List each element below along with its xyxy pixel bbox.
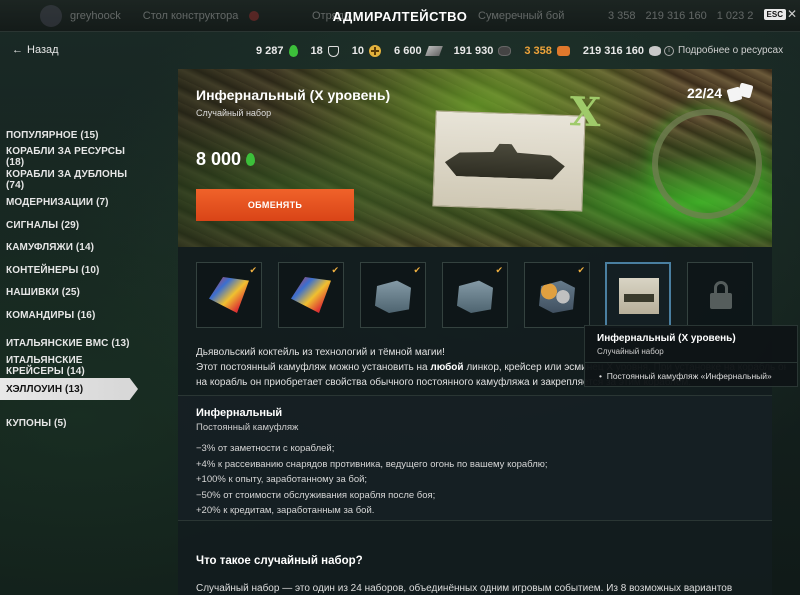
sidebar-item-upgrades[interactable]: МОДЕРНИЗАЦИИ (7) xyxy=(0,191,138,213)
bonus-item: −50% от стоимости обслуживания корабля п… xyxy=(196,489,436,501)
sidebar-item-coupons[interactable]: КУПОНЫ (5) xyxy=(0,412,138,434)
resource-bar: 9 287 18 10 6 600 191 930 3 358 219 316 … xyxy=(256,43,662,59)
item-subtitle: Случайный набор xyxy=(196,108,272,118)
bundle-counter: 22/24 xyxy=(687,82,754,103)
sidebar-item-popular[interactable]: ПОПУЛЯРНОЕ (15) xyxy=(0,124,138,146)
back-button[interactable]: ← Назад xyxy=(12,44,59,56)
item-banner: X Инфернальный (X уровень) Случайный наб… xyxy=(178,69,772,247)
container-icon xyxy=(457,280,493,313)
bonus-item: +100% к опыту, заработанному за бой; xyxy=(196,474,368,485)
check-icon: ✔ xyxy=(249,265,257,275)
sidebar-item-ships-resources[interactable]: КОРАБЛИ ЗА РЕСУРСЫ (18) xyxy=(0,146,138,168)
stars-container-icon xyxy=(539,280,575,313)
thumbnail-flags-1[interactable]: ✔ xyxy=(196,262,262,328)
sidebar-item-italian-cruisers[interactable]: ИТАЛЬЯНСКИЕ КРЕЙСЕРЫ (14) xyxy=(0,355,138,377)
item-tooltip: Инфернальный (X уровень) Случайный набор… xyxy=(584,325,798,387)
signal-flags-icon xyxy=(209,277,249,313)
faq-answer: Случайный набор — это один из 24 наборов… xyxy=(196,583,733,594)
green-drop-icon xyxy=(246,153,256,166)
sidebar-item-patches[interactable]: НАШИВКИ (25) xyxy=(0,281,138,303)
details-subtitle: Постоянный камуфляж xyxy=(196,422,299,433)
doubloon-icon xyxy=(556,46,570,56)
thumbnail-camouflage[interactable] xyxy=(605,262,671,328)
sidebar-item-halloween[interactable]: ХЭЛЛОУИН (13) xyxy=(0,378,138,400)
tier-x-mark: X xyxy=(568,88,602,137)
thumbnail-flags-2[interactable]: ✔ xyxy=(278,262,344,328)
resource-green-drops: 9 287 xyxy=(256,45,298,57)
tooltip-item: • Постоянный камуфляж «Инфернальный» xyxy=(599,371,772,381)
bonus-item: +20% к кредитам, заработанным за бой. xyxy=(196,505,375,516)
thumbnail-crate-2[interactable]: ✔ xyxy=(442,262,508,328)
camouflage-details: Инфернальный Постоянный камуфляж −3% от … xyxy=(178,395,772,521)
bonus-list: −3% от заметности с кораблей; +4% к расс… xyxy=(196,441,548,519)
sidebar-item-signals[interactable]: СИГНАЛЫ (29) xyxy=(0,214,138,236)
check-icon: ✔ xyxy=(413,265,421,275)
back-label: Назад xyxy=(27,44,59,56)
sidebar-item-ships-doubloons[interactable]: КОРАБЛИ ЗА ДУБЛОНЫ (74) xyxy=(0,169,138,191)
exchange-button[interactable]: ОБМЕНЯТЬ xyxy=(196,189,354,221)
resource-tokens: 18 xyxy=(311,45,339,57)
info-icon: i xyxy=(664,45,674,56)
resource-coal: 191 930 xyxy=(454,45,512,57)
faq-question: Что такое случайный набор? xyxy=(196,555,363,567)
dice-icon xyxy=(726,82,754,103)
camouflage-icon xyxy=(619,278,659,314)
thumbnail-stars[interactable]: ✔ xyxy=(524,262,590,328)
bonus-item: −3% от заметности с кораблей; xyxy=(196,443,335,454)
more-resources-link[interactable]: i Подробнее о ресурсах xyxy=(664,45,783,56)
sidebar-item-italian-navy[interactable]: ИТАЛЬЯНСКИЕ ВМС (13) xyxy=(0,332,138,354)
signal-flags-icon xyxy=(291,277,331,313)
item-title: Инфернальный (X уровень) xyxy=(196,87,391,103)
resource-steel: 6 600 xyxy=(394,45,443,57)
arrow-left-icon: ← xyxy=(12,44,23,56)
green-drop-icon xyxy=(288,45,298,57)
camouflage-card: X xyxy=(432,88,602,212)
sidebar-item-camouflages[interactable]: КАМУФЛЯЖИ (14) xyxy=(0,236,138,258)
thumbnail-crate-1[interactable]: ✔ xyxy=(360,262,426,328)
page-title: АДМИРАЛТЕЙСТВО xyxy=(332,8,468,24)
resource-credits: 219 316 160 xyxy=(583,45,662,57)
steel-icon xyxy=(424,46,443,56)
sidebar-item-containers[interactable]: КОНТЕЙНЕРЫ (10) xyxy=(0,259,138,281)
tooltip-subtitle: Случайный набор xyxy=(597,347,664,356)
tooltip-title: Инфернальный (X уровень) xyxy=(597,333,736,344)
credits-icon xyxy=(649,46,662,56)
details-title: Инфернальный xyxy=(196,407,283,419)
check-icon: ✔ xyxy=(331,265,339,275)
thumbnail-locked[interactable] xyxy=(687,262,753,328)
lock-icon xyxy=(710,281,732,309)
gold-plus-icon xyxy=(369,45,382,57)
container-icon xyxy=(375,280,411,313)
resource-doubloons: 3 358 xyxy=(524,45,570,57)
top-bar: greyhoock Стол конструктора Отряды Сумер… xyxy=(0,0,800,32)
coal-icon xyxy=(498,46,512,56)
bonus-item: +4% к рассеиванию снарядов противника, в… xyxy=(196,458,548,470)
sidebar-item-commanders[interactable]: КОМАНДИРЫ (16) xyxy=(0,304,138,326)
ship-illustration xyxy=(444,142,565,180)
esc-button[interactable]: ESC xyxy=(763,9,786,20)
check-icon: ✔ xyxy=(577,265,585,275)
resource-gold-plus: 10 xyxy=(352,45,382,57)
ship-wheel-illustration xyxy=(652,109,762,219)
shield-icon xyxy=(327,45,339,57)
close-icon[interactable]: ✕ xyxy=(787,7,797,21)
check-icon: ✔ xyxy=(495,265,503,275)
item-price: 8 000 xyxy=(196,149,256,170)
